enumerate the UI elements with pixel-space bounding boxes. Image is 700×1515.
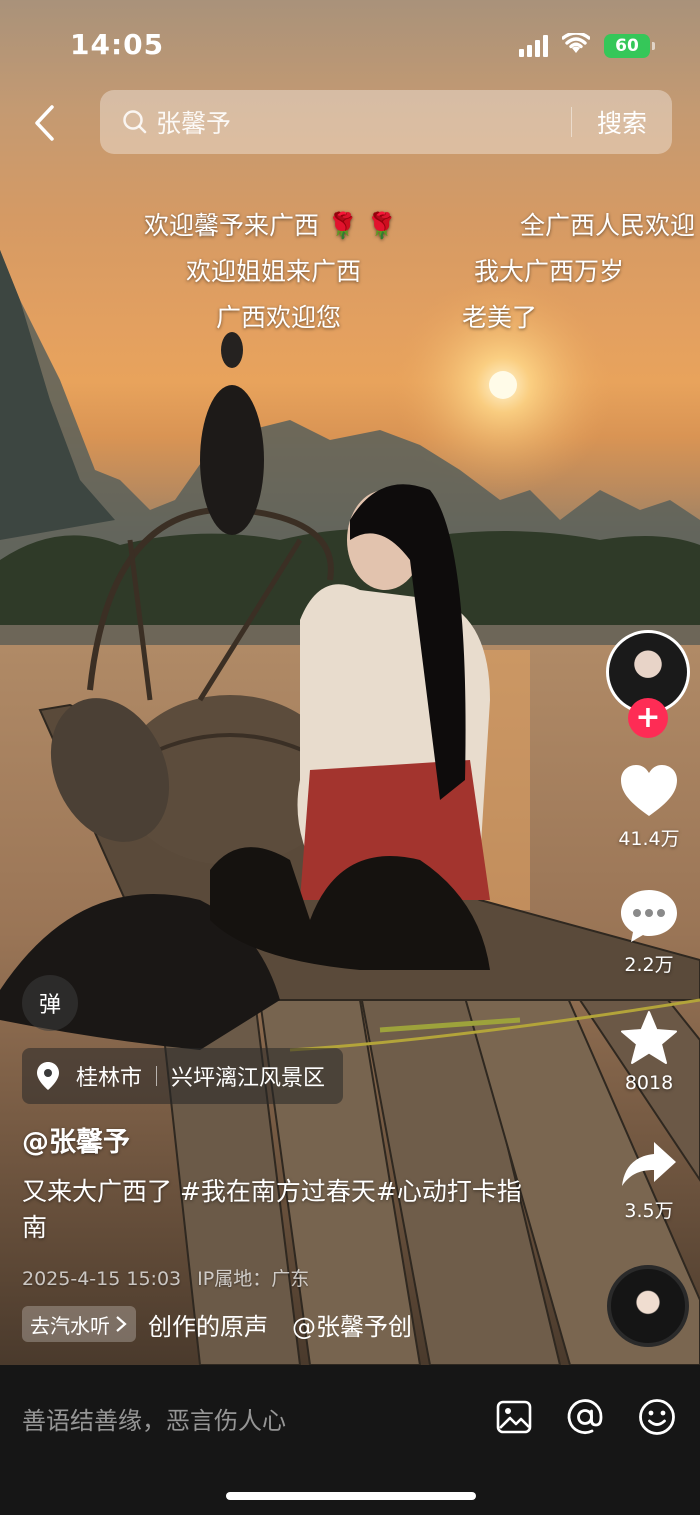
like-count: 41.4万 <box>618 828 680 850</box>
battery-indicator: 60 <box>604 34 655 58</box>
location-place: 兴坪漓江风景区 <box>171 1066 326 1091</box>
search-input[interactable]: 张馨予 <box>156 104 571 140</box>
share-icon <box>622 1142 676 1186</box>
post-date: 2025-4-15 15:03 <box>22 1268 182 1290</box>
qishui-label: 去汽水听 <box>30 1313 110 1338</box>
danmaku-comment: 我大广西万岁 <box>474 257 625 286</box>
star-icon <box>621 1011 677 1064</box>
back-button[interactable] <box>24 100 64 146</box>
wifi-icon <box>561 31 591 59</box>
cellular-signal-icon <box>519 35 548 57</box>
danmaku-comment: 欢迎馨予来广西 🌹 🌹 <box>144 211 398 240</box>
emoji-button[interactable] <box>637 1397 677 1437</box>
search-button[interactable]: 搜索 <box>572 104 672 140</box>
qishui-listen-button[interactable]: 去汽水听 <box>22 1306 136 1342</box>
danmaku-toggle-button[interactable]: 弹 <box>22 975 78 1031</box>
comment-icon <box>621 890 677 942</box>
back-icon <box>35 105 54 141</box>
heart-icon <box>621 765 677 816</box>
location-tag[interactable]: 桂林市 兴坪漓江风景区 <box>22 1048 344 1104</box>
emoji-icon <box>639 1399 675 1435</box>
comment-count: 2.2万 <box>624 954 674 976</box>
comment-button[interactable]: 2.2万 <box>606 888 692 977</box>
danmaku-comment: 老美了 <box>462 303 538 332</box>
home-indicator[interactable] <box>226 1492 476 1500</box>
favorite-count: 8018 <box>624 1072 674 1094</box>
at-icon <box>567 1399 603 1434</box>
danmaku-comment: 广西欢迎您 <box>216 303 342 332</box>
comment-bar: 善语结善缘，恶言伤人心 <box>0 1365 700 1515</box>
video-scene-illustration <box>0 250 700 1365</box>
share-count: 3.5万 <box>624 1200 674 1222</box>
post-ip-location: IP属地：广东 <box>197 1268 310 1290</box>
location-separator <box>156 1066 158 1086</box>
image-button[interactable] <box>494 1397 534 1437</box>
follow-button[interactable]: + <box>628 698 668 738</box>
mention-button[interactable] <box>565 1397 605 1437</box>
location-pin-icon <box>36 1061 60 1091</box>
location-city: 桂林市 <box>76 1066 143 1091</box>
favorite-button[interactable]: 8018 <box>606 1010 692 1094</box>
search-icon <box>122 109 148 135</box>
danmaku-comment: 全广西人民欢迎 <box>520 211 696 240</box>
chevron-right-icon <box>116 1316 127 1332</box>
comment-input[interactable]: 善语结善缘，恶言伤人心 <box>22 1401 286 1436</box>
search-bar[interactable]: 张馨予 搜索 <box>100 90 672 154</box>
danmaku-comment: 欢迎姐姐来广西 <box>186 257 362 286</box>
music-disc[interactable] <box>607 1265 689 1347</box>
status-icons: 60 <box>519 31 655 59</box>
author-name[interactable]: @张馨予 <box>22 1120 130 1159</box>
like-button[interactable]: 41.4万 <box>606 764 692 851</box>
post-meta: 2025-4-15 15:03 IP属地：广东 <box>22 1264 309 1291</box>
music-title: 创作的原声 @张馨予创 <box>148 1312 412 1341</box>
video-background[interactable] <box>0 0 700 1365</box>
share-button[interactable]: 3.5万 <box>606 1140 692 1223</box>
image-icon <box>496 1400 532 1434</box>
status-time: 14:05 <box>70 28 165 61</box>
music-row[interactable]: 去汽水听 创作的原声 @张馨予创 <box>22 1306 448 1342</box>
post-description[interactable]: 又来大广西了 #我在南方过春天#心动打卡指南 <box>22 1174 542 1246</box>
